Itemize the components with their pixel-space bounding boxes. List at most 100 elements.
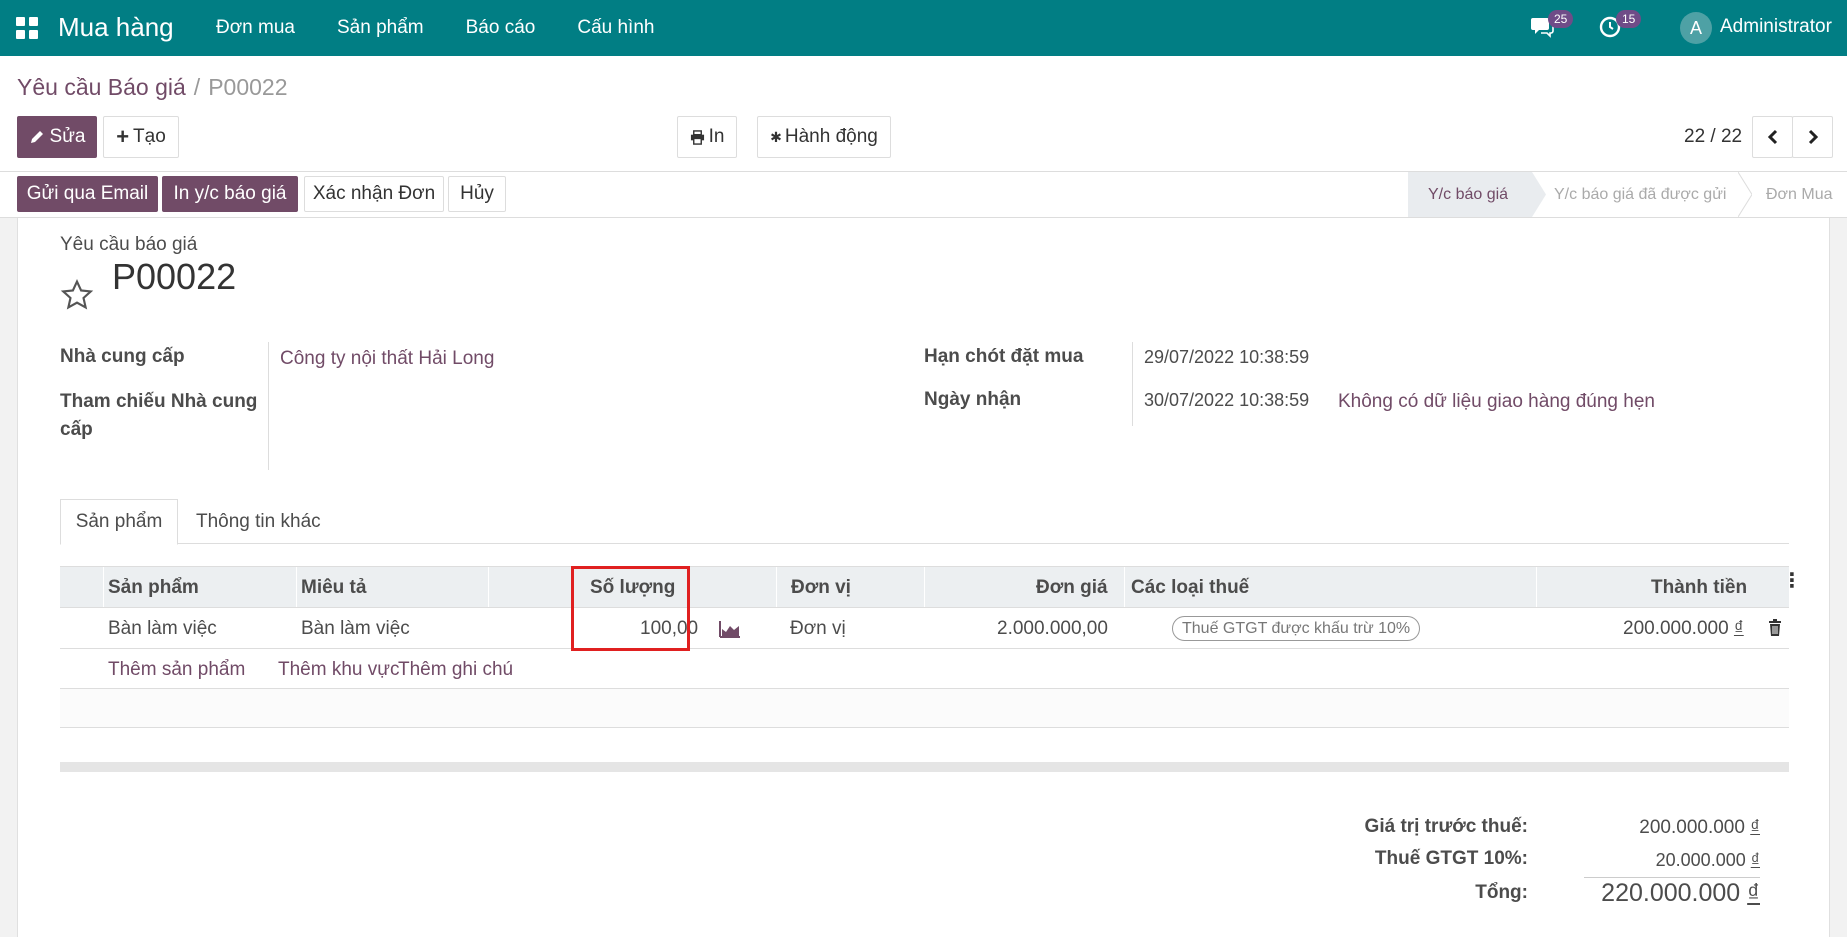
- activities-badge: 15: [1616, 10, 1642, 28]
- chevron-left-icon: [1767, 129, 1777, 145]
- pager-value[interactable]: 22 / 22: [1684, 126, 1742, 148]
- print-rfq-button[interactable]: In y/c báo giá: [162, 176, 298, 212]
- currency-symbol: ₫: [1750, 817, 1760, 838]
- status-bar: Gửi qua Email In y/c báo giá Xác nhận Đơ…: [0, 172, 1847, 218]
- breadcrumb-parent[interactable]: Yêu cầu Báo giá: [17, 74, 186, 100]
- notebook-tabs: Sản phẩm Thông tin khác: [60, 499, 1789, 545]
- header-taxes[interactable]: Các loại thuế: [1131, 577, 1249, 599]
- order-line-row[interactable]: Bàn làm việc Bàn làm việc 100,00 Đơn vị …: [60, 608, 1789, 649]
- edit-button[interactable]: Sửa: [17, 116, 97, 158]
- add-product-link[interactable]: Thêm sản phẩm: [108, 659, 245, 681]
- receipt-date-field[interactable]: 30/07/2022 10:38:59: [1144, 390, 1309, 411]
- vendor-field[interactable]: Công ty nội thất Hải Long: [280, 348, 494, 370]
- tab-other-info[interactable]: Thông tin khác: [196, 499, 321, 545]
- stage-rfq-sent[interactable]: Y/c báo giá đã được gửi: [1554, 172, 1744, 217]
- menu-item-purchase-orders[interactable]: Đơn mua: [216, 17, 295, 39]
- column-separator: [103, 567, 104, 607]
- trash-icon[interactable]: [1768, 619, 1782, 636]
- action-button[interactable]: ✱ Hành động: [757, 116, 891, 158]
- printer-icon: [690, 129, 704, 145]
- header-unit[interactable]: Đơn vị: [791, 577, 851, 599]
- untaxed-amount-label: Giá trị trước thuế:: [1364, 816, 1528, 837]
- column-separator: [488, 567, 489, 607]
- header-product[interactable]: Sản phẩm: [108, 577, 199, 599]
- receipt-date-label: Ngày nhận: [924, 389, 1022, 410]
- control-panel: Yêu cầu Báo giá / P00022 Sửa + Tạo In ✱ Hà…: [0, 56, 1847, 172]
- record-name: P00022: [112, 256, 237, 297]
- messages-badge: 25: [1548, 10, 1574, 28]
- create-button[interactable]: + Tạo: [103, 116, 179, 158]
- breadcrumb: Yêu cầu Báo giá / P00022: [17, 74, 288, 101]
- line-description[interactable]: Bàn làm việc: [301, 618, 410, 640]
- print-button[interactable]: In: [677, 116, 737, 158]
- column-separator: [296, 567, 297, 607]
- tax-amount-label: Thuế GTGT 10%:: [1374, 848, 1528, 869]
- activities-button[interactable]: 15: [1598, 10, 1642, 43]
- tax-tag[interactable]: Thuế GTGT được khấu trừ 10%: [1172, 616, 1421, 641]
- order-lines-header: Sản phẩm Miêu tả Số lượng Đơn vị Đơn giá…: [60, 566, 1802, 608]
- column-separator: [924, 567, 925, 607]
- app-brand[interactable]: Mua hàng: [58, 12, 174, 43]
- apps-menu-icon[interactable]: [16, 17, 38, 39]
- forecast-chart-icon[interactable]: [719, 620, 741, 638]
- action-label: Hành động: [784, 126, 878, 147]
- stage-arrow: [1738, 172, 1752, 217]
- menu-item-reports[interactable]: Báo cáo: [466, 17, 536, 39]
- form-sheet: Yêu cầu báo giá P00022 Nhà cung cấp Công…: [17, 218, 1830, 937]
- currency-symbol: ₫: [1750, 850, 1760, 870]
- header-subtotal[interactable]: Thành tiền: [1651, 577, 1747, 599]
- currency-symbol: ₫: [1747, 879, 1760, 907]
- main-menu: Đơn mua Sản phẩm Báo cáo Cấu hình: [216, 17, 654, 39]
- line-unit-price[interactable]: 2.000.000,00: [997, 618, 1108, 640]
- field-separator: [268, 342, 269, 470]
- line-unit[interactable]: Đơn vị: [790, 618, 846, 640]
- chevron-right-icon: [1808, 129, 1818, 145]
- untaxed-amount: 200.000.000 ₫: [1538, 817, 1760, 839]
- pager-next-button[interactable]: [1792, 116, 1833, 158]
- tax-amount: 20.000.000 ₫: [1538, 850, 1760, 871]
- highlight-box: [571, 566, 690, 651]
- column-separator: [1536, 567, 1537, 607]
- header-unit-price[interactable]: Đơn giá: [1036, 577, 1108, 599]
- column-separator: [776, 567, 777, 607]
- optional-columns-icon[interactable]: ⋮: [1782, 571, 1802, 591]
- vendor-reference-label: Tham chiếu Nhà cung cấp: [60, 391, 258, 440]
- edit-label: Sửa: [49, 126, 86, 147]
- totals-divider: [1584, 877, 1760, 878]
- empty-row: [60, 689, 1789, 728]
- field-separator: [1132, 342, 1133, 426]
- line-product[interactable]: Bàn làm việc: [108, 618, 217, 640]
- on-time-delivery-note: Không có dữ liệu giao hàng đúng hẹn: [1338, 391, 1655, 412]
- header-description[interactable]: Miêu tả: [301, 577, 366, 599]
- confirm-order-button[interactable]: Xác nhận Đơn: [304, 176, 444, 212]
- order-deadline-field[interactable]: 29/07/2022 10:38:59: [1144, 347, 1309, 368]
- pager-previous-button[interactable]: [1752, 116, 1793, 158]
- column-separator: [1124, 567, 1125, 607]
- add-section-link[interactable]: Thêm khu vực: [278, 659, 399, 681]
- send-email-button[interactable]: Gửi qua Email: [17, 176, 158, 212]
- total-amount-label: Tổng:: [1475, 882, 1528, 903]
- total-amount-value: 220.000.000: [1601, 879, 1741, 907]
- create-label: Tạo: [133, 126, 166, 147]
- order-deadline-label: Hạn chót đặt mua: [924, 346, 1084, 367]
- top-navbar: Mua hàng Đơn mua Sản phẩm Báo cáo Cấu hì…: [0, 0, 1847, 56]
- form-subtitle: Yêu cầu báo giá: [60, 234, 198, 255]
- star-icon[interactable]: [60, 278, 94, 312]
- stage-purchase-order[interactable]: Đơn Mua: [1766, 172, 1846, 217]
- messages-button[interactable]: 25: [1530, 10, 1574, 43]
- add-line-row: Thêm sản phẩm Thêm khu vực Thêm ghi chú: [60, 649, 1789, 689]
- cancel-button[interactable]: Hủy: [448, 176, 506, 212]
- table-footer: [60, 762, 1789, 772]
- menu-item-products[interactable]: Sản phẩm: [337, 17, 424, 39]
- menu-item-configuration[interactable]: Cấu hình: [577, 17, 654, 39]
- currency-symbol: ₫: [1733, 618, 1744, 639]
- line-subtotal-value: 200.000.000: [1623, 618, 1729, 639]
- tab-products[interactable]: Sản phẩm: [60, 499, 178, 545]
- plus-icon: +: [116, 124, 130, 149]
- breadcrumb-separator: /: [193, 74, 201, 100]
- add-note-link[interactable]: Thêm ghi chú: [398, 659, 513, 681]
- vendor-label: Nhà cung cấp: [60, 346, 185, 367]
- user-avatar[interactable]: A: [1680, 12, 1712, 44]
- user-menu[interactable]: Administrator: [1720, 16, 1832, 38]
- stage-rfq[interactable]: Y/c báo giá: [1408, 172, 1532, 217]
